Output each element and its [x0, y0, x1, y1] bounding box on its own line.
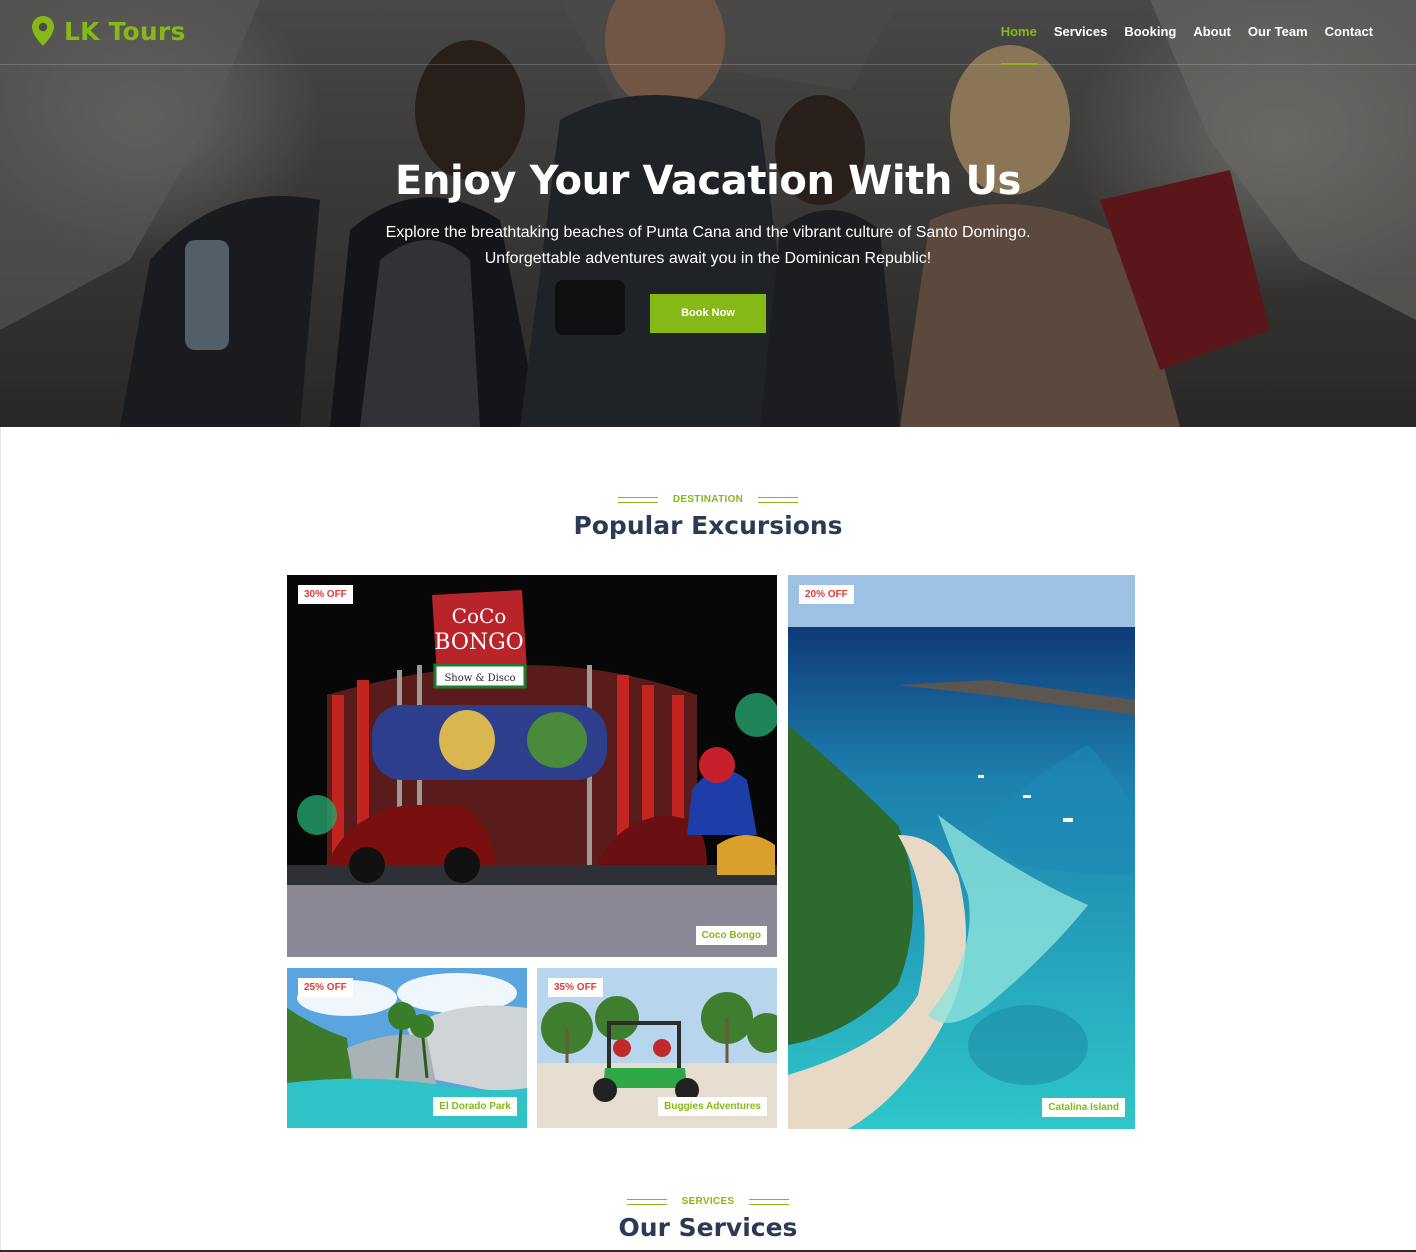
catalina-island-image: [788, 575, 1135, 1129]
nav-home[interactable]: Home: [1000, 24, 1037, 65]
hero-title: Enjoy Your Vacation With Us: [395, 158, 1021, 204]
kicker-left-lines: [618, 496, 659, 503]
nav-booking[interactable]: Booking: [1124, 24, 1176, 39]
services-kicker-text: SERVICES: [681, 1196, 735, 1208]
hero-section: LK Tours Home Services Booking About Our…: [0, 0, 1416, 427]
coco-bongo-image: CoCo BONGO Show & Disco: [287, 575, 777, 957]
destination-kicker-text: DESTINATION: [672, 494, 744, 506]
services-kicker: SERVICES: [0, 1193, 1416, 1211]
excursion-label-buggies-adventures[interactable]: Buggies Adventures: [658, 1097, 767, 1116]
nav-contact[interactable]: Contact: [1325, 24, 1373, 39]
nav-about[interactable]: About: [1193, 24, 1231, 39]
excursion-card-catalina-island[interactable]: 20% OFF Catalina Island: [788, 575, 1135, 1129]
map-pin-icon: [32, 16, 54, 46]
excursion-label-coco-bongo[interactable]: Coco Bongo: [695, 926, 767, 945]
brand-name: LK Tours: [64, 16, 186, 46]
hero-subtitle-line-2: Unforgettable adventures await you in th…: [484, 250, 932, 267]
svg-text:BONGO: BONGO: [434, 630, 523, 655]
excursion-card-buggies-adventures[interactable]: 35% OFF Buggies Adventures: [537, 968, 777, 1128]
page-border: [0, 427, 1, 1252]
nav-our-team[interactable]: Our Team: [1248, 24, 1308, 39]
coco-bongo-sign-text: CoCo: [452, 604, 507, 628]
our-services-title: Our Services: [618, 1213, 798, 1242]
kicker-right-lines: [757, 496, 798, 503]
svg-text:Show & Disco: Show & Disco: [444, 673, 515, 684]
nav-services[interactable]: Services: [1054, 24, 1108, 39]
destination-kicker: DESTINATION: [0, 491, 1416, 509]
discount-badge: 25% OFF: [298, 978, 353, 997]
discount-badge: 35% OFF: [548, 978, 603, 997]
hero-subtitle: Explore the breathtaking beaches of Punt…: [0, 220, 1416, 272]
excursion-card-el-dorado-park[interactable]: 25% OFF El Dorado Park: [287, 968, 527, 1128]
brand-logo[interactable]: LK Tours: [32, 16, 186, 46]
excursion-label-catalina-island[interactable]: Catalina Island: [1042, 1098, 1125, 1117]
hero-subtitle-line-1: Explore the breathtaking beaches of Punt…: [385, 224, 1031, 241]
popular-excursions-title: Popular Excursions: [573, 511, 843, 540]
excursion-label-el-dorado-park[interactable]: El Dorado Park: [433, 1097, 517, 1116]
discount-badge: 30% OFF: [298, 585, 353, 604]
book-now-button[interactable]: Book Now: [650, 294, 766, 333]
discount-badge: 20% OFF: [799, 585, 854, 604]
main-nav: Home Services Booking About Our Team Con…: [1000, 24, 1373, 65]
navbar: LK Tours Home Services Booking About Our…: [0, 0, 1416, 65]
hero-content: Enjoy Your Vacation With Us Explore the …: [0, 158, 1416, 333]
excursion-card-coco-bongo[interactable]: CoCo BONGO Show & Disco 30% OFF Coco Bon…: [287, 575, 777, 957]
kicker-left-lines: [627, 1198, 668, 1205]
kicker-right-lines: [748, 1198, 789, 1205]
